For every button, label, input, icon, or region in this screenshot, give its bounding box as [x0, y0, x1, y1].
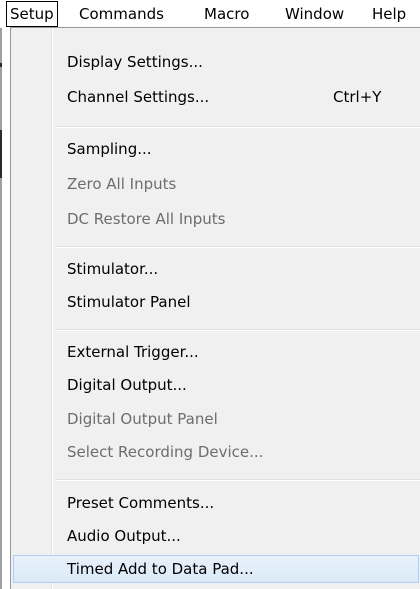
window-edge-mark	[0, 63, 2, 67]
menu-item-label: Channel Settings...	[67, 88, 210, 106]
menubar-setup[interactable]: Setup	[6, 1, 58, 27]
menu-item-label: Audio Output...	[67, 527, 181, 545]
menu-item-dc-restore-all-inputs: DC Restore All Inputs	[11, 205, 420, 233]
menu-separator	[55, 246, 420, 248]
menu-item-shortcut: Ctrl+Y	[333, 88, 382, 106]
menu-item-label: Preset Comments...	[67, 494, 215, 512]
menu-item-select-recording-device: Select Recording Device...	[11, 438, 420, 466]
menu-item-external-trigger[interactable]: External Trigger...	[11, 338, 420, 366]
menu-separator	[55, 479, 420, 481]
menu-item-label: Display Settings...	[67, 53, 203, 71]
menu-item-label: Digital Output...	[67, 376, 187, 394]
menu-item-stimulator-panel[interactable]: Stimulator Panel	[11, 288, 420, 316]
menu-item-audio-output[interactable]: Audio Output...	[11, 522, 420, 550]
menu-item-label: Sampling...	[67, 140, 152, 158]
menu-item-label: Stimulator Panel	[67, 293, 191, 311]
menu-item-label: Zero All Inputs	[67, 175, 177, 193]
window-edge-mark	[0, 130, 2, 178]
menu-item-channel-settings[interactable]: Channel Settings... Ctrl+Y	[11, 83, 420, 111]
menu-bar: Setup Commands Macro Window Help	[0, 0, 420, 28]
menu-separator	[55, 329, 420, 331]
menu-item-zero-all-inputs: Zero All Inputs	[11, 170, 420, 198]
menubar-help[interactable]: Help	[372, 0, 406, 28]
menu-item-label: Stimulator...	[67, 260, 159, 278]
menu-item-preset-comments[interactable]: Preset Comments...	[11, 489, 420, 517]
window-left-edge	[0, 28, 2, 589]
menu-item-label: Select Recording Device...	[67, 443, 264, 461]
menubar-commands[interactable]: Commands	[79, 0, 164, 28]
menu-item-label: DC Restore All Inputs	[67, 210, 226, 228]
menu-item-stimulator[interactable]: Stimulator...	[11, 255, 420, 283]
menu-item-timed-add-to-data-pad[interactable]: Timed Add to Data Pad...	[13, 555, 419, 583]
menu-item-display-settings[interactable]: Display Settings...	[11, 48, 420, 76]
menu-item-digital-output-panel: Digital Output Panel	[11, 405, 420, 433]
menu-item-label: Digital Output Panel	[67, 410, 218, 428]
menu-separator	[55, 126, 420, 128]
menubar-macro[interactable]: Macro	[204, 0, 249, 28]
menu-item-label: Timed Add to Data Pad...	[67, 560, 254, 578]
menu-item-digital-output[interactable]: Digital Output...	[11, 371, 420, 399]
setup-dropdown-menu: Display Settings... Channel Settings... …	[10, 27, 420, 589]
menu-item-label: External Trigger...	[67, 343, 199, 361]
menubar-window[interactable]: Window	[285, 0, 344, 28]
menu-item-sampling[interactable]: Sampling...	[11, 135, 420, 163]
